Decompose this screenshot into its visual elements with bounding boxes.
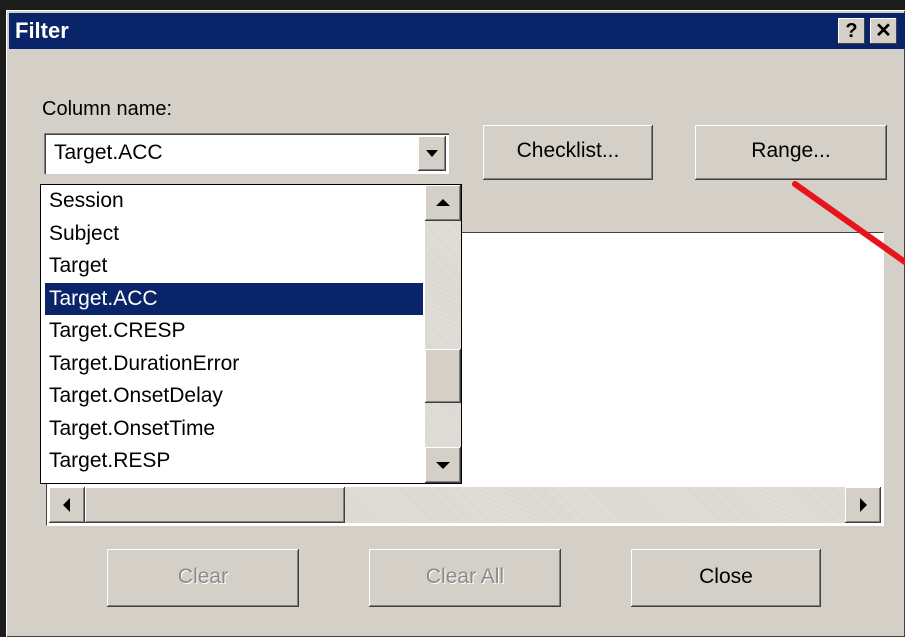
arrow-up-icon <box>436 199 450 206</box>
dropdown-option[interactable]: Session <box>45 185 423 218</box>
dropdown-option[interactable]: Subject <box>45 218 423 251</box>
horizontal-scrollbar[interactable] <box>49 487 881 523</box>
arrow-down-icon <box>436 462 450 469</box>
vertical-scrollbar[interactable] <box>425 185 461 483</box>
range-button[interactable]: Range... <box>695 125 887 180</box>
chevron-down-icon <box>426 150 438 157</box>
dialog-title: Filter <box>15 18 69 43</box>
dropdown-option[interactable]: Target.ACC <box>45 282 423 315</box>
arrow-right-icon <box>860 498 867 512</box>
scroll-left-button[interactable] <box>49 487 85 523</box>
close-window-button[interactable]: ✕ <box>870 18 897 44</box>
horizontal-scroll-thumb[interactable] <box>85 487 345 523</box>
dropdown-option[interactable]: Target.OnsetDelay <box>45 380 423 413</box>
close-button[interactable]: Close <box>631 549 821 607</box>
title-bar[interactable]: Filter ? ✕ <box>9 13 905 49</box>
dropdown-option[interactable]: Target.DurationError <box>45 348 423 381</box>
close-icon: ✕ <box>875 20 892 42</box>
clear-button[interactable]: Clear <box>107 549 299 607</box>
dropdown-option[interactable]: Target.RESP <box>45 445 423 478</box>
question-mark-icon: ? <box>845 20 858 42</box>
dropdown-items: Session Subject Target Target.ACC Target.CRE… <box>45 185 423 478</box>
column-dropdown-list[interactable]: Session Subject Target Target.ACC Target.CRE… <box>40 184 462 484</box>
filter-dialog: Filter ? ✕ Column name: Target.ACC Check… <box>6 10 905 637</box>
dropdown-option[interactable]: Target <box>45 250 423 283</box>
vertical-scroll-thumb[interactable] <box>425 349 461 403</box>
scroll-down-button[interactable] <box>425 447 461 483</box>
dropdown-option[interactable]: Target.CRESP <box>45 315 423 348</box>
arrow-left-icon <box>63 498 70 512</box>
scroll-up-button[interactable] <box>425 185 461 221</box>
clear-all-button[interactable]: Clear All <box>369 549 561 607</box>
combobox-value: Target.ACC <box>54 141 163 164</box>
scroll-right-button[interactable] <box>845 487 881 523</box>
combobox-dropdown-button[interactable] <box>418 136 446 171</box>
column-name-label: Column name: <box>42 98 173 120</box>
checklist-button[interactable]: Checklist... <box>483 125 653 180</box>
dropdown-option[interactable]: Target.OnsetTime <box>45 413 423 446</box>
column-name-combobox[interactable]: Target.ACC <box>44 133 449 174</box>
help-button[interactable]: ? <box>838 18 865 44</box>
